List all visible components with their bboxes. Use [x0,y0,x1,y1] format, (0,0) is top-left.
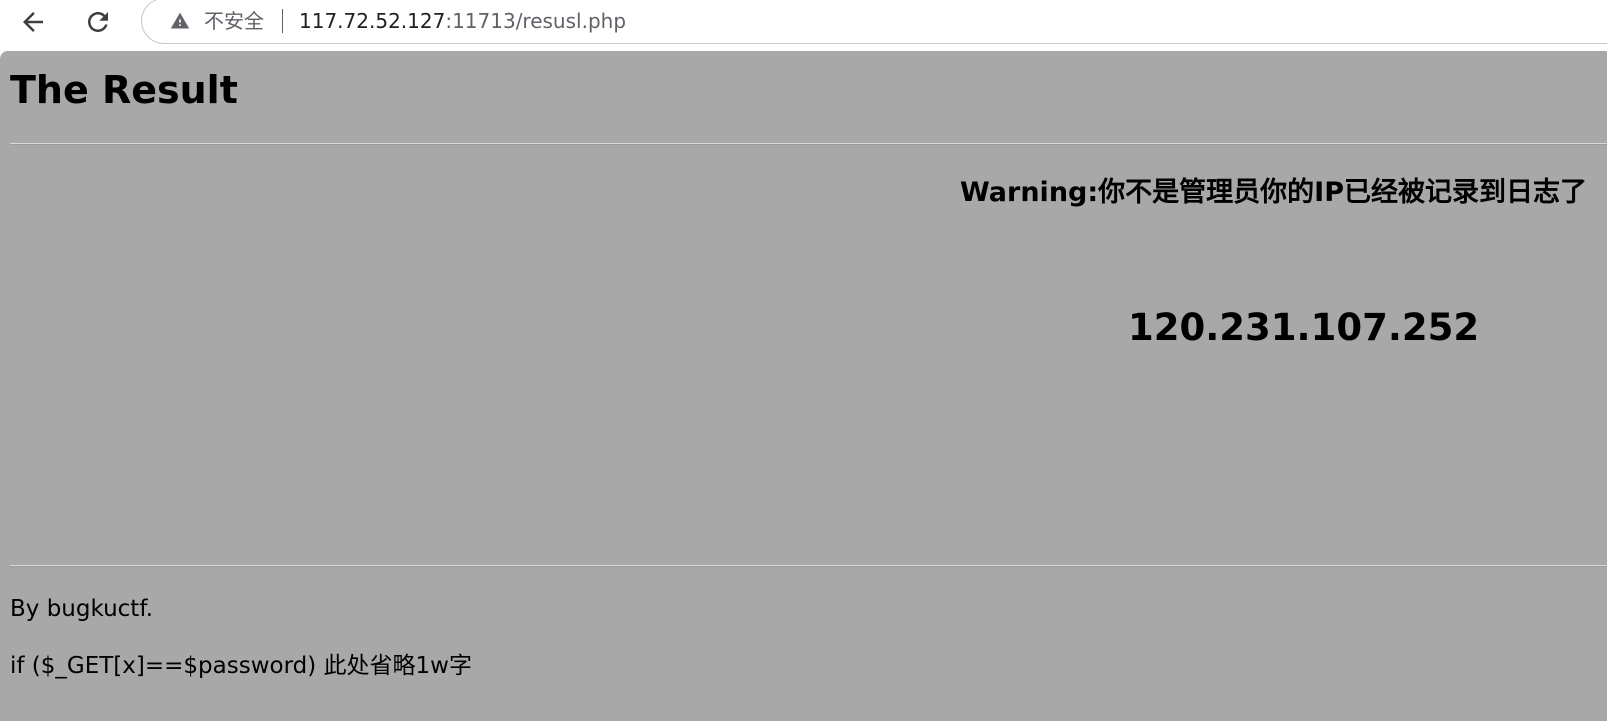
page-content: The Result Warning:你不是管理员你的IP已经被记录到日志了 1… [0,51,1607,721]
warning-message: Warning:你不是管理员你的IP已经被记录到日志了 [959,177,1587,208]
footer-credit: By bugkuctf. [10,596,154,622]
reload-icon [88,11,108,32]
back-button[interactable] [14,3,52,41]
arrow-left-icon [23,12,43,32]
url-host: 117.72.52.127 [299,9,446,33]
ip-address: 120.231.107.252 [1128,306,1480,349]
security-status-label[interactable]: 不安全 [204,8,264,34]
address-divider [282,9,283,33]
warning-triangle-icon[interactable] [170,11,190,31]
url-path: :11713/resusl.php [445,9,627,33]
address-bar[interactable]: 不安全 117.72.52.127:11713/resusl.php [141,0,1607,44]
bottom-divider [10,565,1607,567]
page-title: The Result [10,68,238,112]
top-divider [10,143,1607,145]
reload-button[interactable] [79,3,117,41]
browser-toolbar: 不安全 117.72.52.127:11713/resusl.php [0,0,1607,51]
footer-code-hint: if ($_GET[x]==$password) 此处省略1w字 [10,653,472,679]
url-text[interactable]: 117.72.52.127:11713/resusl.php [299,8,626,34]
